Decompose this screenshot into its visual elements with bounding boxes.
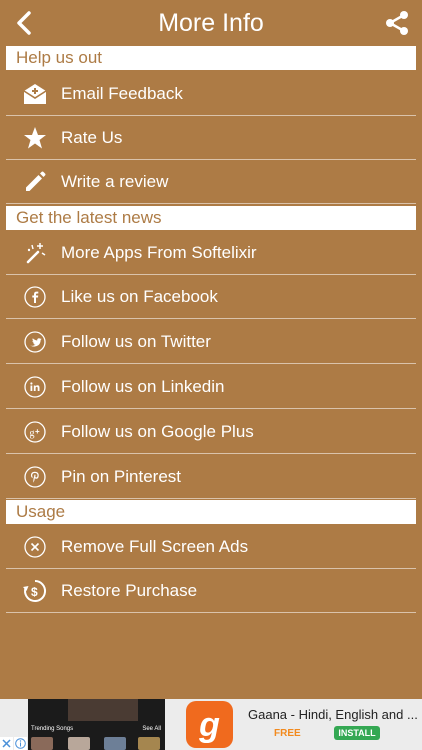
section-header-help-us-out: Help us out — [6, 46, 416, 70]
facebook-label: Like us on Facebook — [61, 286, 218, 306]
sparkle-wand-icon — [23, 241, 47, 265]
page-title: More Info — [158, 9, 264, 37]
ad-app-icon[interactable]: g — [186, 701, 233, 748]
google-plus-row[interactable]: g + Follow us on Google Plus — [6, 410, 416, 454]
twitter-icon — [23, 330, 47, 354]
close-icon — [2, 739, 11, 748]
restore-purchase-label: Restore Purchase — [61, 580, 198, 600]
more-apps-row[interactable]: More Apps From Softelixir — [6, 231, 416, 275]
twitter-label: Follow us on Twitter — [61, 331, 211, 351]
email-feedback-row[interactable]: Email Feedback — [6, 72, 416, 116]
svg-text:g: g — [30, 428, 35, 439]
nav-bar: More Info — [0, 0, 422, 46]
ad-preview-image: Trending Songs See All — [28, 699, 165, 750]
linkedin-label: Follow us on Linkedin — [61, 376, 225, 396]
share-icon — [386, 11, 408, 35]
email-feedback-label: Email Feedback — [61, 83, 183, 103]
ad-close-button[interactable] — [0, 737, 13, 750]
rate-us-label: Rate Us — [61, 127, 123, 147]
ad-preview-thumb — [68, 737, 90, 750]
share-button[interactable] — [382, 8, 412, 38]
google-plus-label: Follow us on Google Plus — [61, 421, 254, 441]
section-header-usage: Usage — [6, 500, 416, 524]
ad-preview-thumb — [138, 737, 160, 750]
section-header-latest-news: Get the latest news — [6, 206, 416, 230]
ad-preview-thumb — [31, 737, 53, 750]
star-icon — [23, 126, 47, 150]
linkedin-icon — [23, 375, 47, 399]
write-review-label: Write a review — [61, 171, 169, 191]
remove-ads-label: Remove Full Screen Ads — [61, 536, 249, 556]
close-circle-icon — [23, 535, 47, 559]
envelope-icon — [23, 82, 47, 106]
ad-app-icon-letter: g — [199, 705, 220, 744]
restore-purchase-icon: $ — [23, 579, 47, 603]
svg-text:$: $ — [31, 585, 38, 599]
pinterest-label: Pin on Pinterest — [61, 466, 182, 486]
ad-preview-see-all: See All — [142, 726, 161, 732]
ad-install-button[interactable]: INSTALL — [334, 726, 380, 740]
pinterest-row[interactable]: Pin on Pinterest — [6, 455, 416, 499]
ad-app-title: Gaana - Hindi, English and ... — [248, 707, 418, 722]
restore-purchase-row[interactable]: $ Restore Purchase — [6, 569, 416, 613]
facebook-icon — [23, 285, 47, 309]
ad-price: FREE — [274, 728, 301, 739]
ad-banner[interactable]: Trending Songs See All g Gaana - Hindi, … — [0, 699, 422, 750]
write-review-row[interactable]: Write a review — [6, 160, 416, 204]
ad-preview-label: Trending Songs — [31, 726, 74, 732]
svg-text:+: + — [35, 427, 40, 436]
ad-preview-thumb — [104, 737, 126, 750]
facebook-row[interactable]: Like us on Facebook — [6, 275, 416, 319]
ad-preview-photo — [68, 699, 138, 721]
google-plus-icon: g + — [23, 420, 47, 444]
info-icon — [15, 738, 26, 749]
ad-info-button[interactable] — [14, 737, 27, 750]
pencil-icon — [23, 170, 47, 194]
twitter-row[interactable]: Follow us on Twitter — [6, 320, 416, 364]
rate-us-row[interactable]: Rate Us — [6, 116, 416, 160]
remove-ads-row[interactable]: Remove Full Screen Ads — [6, 525, 416, 569]
linkedin-row[interactable]: Follow us on Linkedin — [6, 365, 416, 409]
more-apps-label: More Apps From Softelixir — [61, 242, 257, 262]
pinterest-icon — [23, 465, 47, 489]
